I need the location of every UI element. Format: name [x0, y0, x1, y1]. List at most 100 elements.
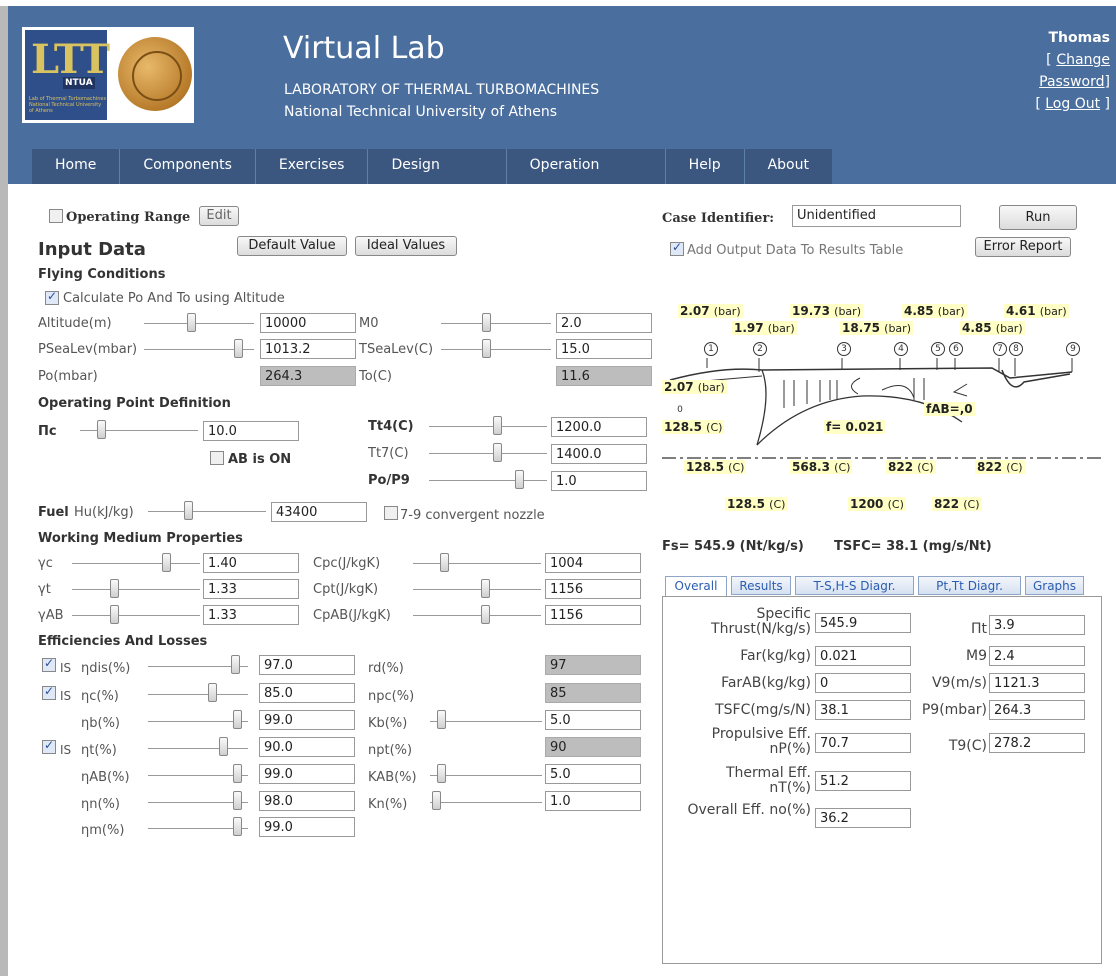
tab-ts-hs-diagram[interactable]: T-S,H-S Diagr.: [795, 576, 914, 595]
gc-slider-track[interactable]: [72, 563, 200, 564]
nt-slider-track[interactable]: [148, 748, 248, 749]
nav-home[interactable]: Home: [32, 149, 121, 184]
cpt-slider-thumb[interactable]: [481, 579, 490, 598]
nab-input[interactable]: 99.0: [259, 764, 355, 784]
hu-slider-track[interactable]: [148, 511, 266, 512]
kn-slider-thumb[interactable]: [432, 791, 441, 810]
cpab-slider-track[interactable]: [413, 615, 541, 616]
nt-is-checkbox[interactable]: [42, 738, 56, 754]
default-value-button[interactable]: Default Value: [237, 236, 347, 256]
kab-slider-thumb[interactable]: [437, 764, 446, 783]
tab-graphs[interactable]: Graphs: [1025, 576, 1084, 595]
add-output-checkbox[interactable]: [670, 240, 684, 256]
case-identifier-input[interactable]: Unidentified: [792, 205, 961, 227]
altitude-input[interactable]: 10000: [260, 313, 356, 333]
tsealev-slider-track[interactable]: [441, 349, 551, 350]
cpab-slider-thumb[interactable]: [481, 605, 490, 624]
kb-input[interactable]: 5.0: [545, 710, 641, 730]
error-report-button[interactable]: Error Report: [975, 237, 1071, 257]
cpc-input[interactable]: 1004: [545, 553, 641, 573]
ab-on-checkbox[interactable]: [210, 451, 224, 465]
nb-slider-thumb[interactable]: [233, 710, 242, 729]
tt4-slider-track[interactable]: [429, 426, 547, 427]
cpc-label: Cpc(J/kgK): [313, 556, 381, 571]
pop9-input[interactable]: 1.0: [551, 471, 647, 491]
kab-slider-track[interactable]: [430, 775, 542, 776]
hu-slider-thumb[interactable]: [184, 501, 193, 520]
nc-slider-thumb[interactable]: [208, 683, 217, 702]
nt-input[interactable]: 90.0: [259, 737, 355, 757]
nab-slider-thumb[interactable]: [233, 764, 242, 783]
nn-input[interactable]: 98.0: [259, 791, 355, 811]
gab-slider-track[interactable]: [72, 615, 200, 616]
m0-slider-thumb[interactable]: [482, 313, 491, 332]
tt7-input[interactable]: 1400.0: [551, 444, 647, 464]
tab-pt-tt-diagram[interactable]: Pt,Tt Diagr.: [918, 576, 1021, 595]
nav-help[interactable]: Help: [666, 149, 745, 184]
kab-input[interactable]: 5.0: [545, 764, 641, 784]
kb-slider-track[interactable]: [430, 721, 542, 722]
nav-about[interactable]: About: [745, 149, 832, 184]
m0-input[interactable]: 2.0: [556, 313, 652, 333]
pop9-slider-track[interactable]: [429, 480, 547, 481]
cpc-slider-track[interactable]: [413, 563, 541, 564]
tsealev-input[interactable]: 15.0: [556, 339, 652, 359]
operating-range-checkbox[interactable]: [49, 209, 63, 223]
kb-slider-thumb[interactable]: [437, 710, 446, 729]
psealev-input[interactable]: 1013.2: [260, 339, 356, 359]
nt-slider-thumb[interactable]: [219, 737, 228, 756]
calc-altitude-checkbox[interactable]: [45, 289, 59, 305]
propulsive-eff-output: 70.7: [815, 733, 911, 753]
pic-slider-thumb[interactable]: [97, 420, 106, 439]
nm-input[interactable]: 99.0: [259, 817, 355, 837]
cpc-slider-thumb[interactable]: [440, 553, 449, 572]
logout-link[interactable]: Log Out: [1045, 96, 1100, 112]
altitude-slider-thumb[interactable]: [187, 313, 196, 332]
nav-operation-study[interactable]: Operation Study: [507, 149, 666, 206]
ideal-values-button[interactable]: Ideal Values: [355, 236, 457, 256]
change-password-link[interactable]: Change: [1056, 49, 1110, 71]
convergent-nozzle-checkbox[interactable]: [384, 506, 398, 520]
nm-slider-thumb[interactable]: [233, 817, 242, 836]
m0-slider-track[interactable]: [441, 323, 551, 324]
cpab-input[interactable]: 1156: [545, 605, 641, 625]
gt-input[interactable]: 1.33: [203, 579, 299, 599]
gt-slider-thumb[interactable]: [110, 579, 119, 598]
nc-is-checkbox[interactable]: [42, 684, 56, 700]
nab-label: ηAB(%): [81, 770, 130, 785]
tab-overall[interactable]: Overall: [665, 576, 727, 597]
altitude-slider-track[interactable]: [144, 323, 254, 324]
edit-button[interactable]: Edit: [199, 206, 239, 226]
tt4-input[interactable]: 1200.0: [551, 417, 647, 437]
pic-input[interactable]: 10.0: [203, 421, 299, 441]
hu-input[interactable]: 43400: [271, 502, 367, 522]
tsealev-slider-thumb[interactable]: [482, 339, 491, 358]
tab-results[interactable]: Results: [731, 576, 791, 595]
run-button[interactable]: Run: [999, 205, 1077, 230]
nn-slider-thumb[interactable]: [233, 791, 242, 810]
cpt-input[interactable]: 1156: [545, 579, 641, 599]
pop9-slider-thumb[interactable]: [515, 470, 524, 489]
nav-exercises[interactable]: Exercises: [256, 149, 369, 184]
nav-components[interactable]: Components: [120, 149, 256, 184]
gab-slider-thumb[interactable]: [110, 605, 119, 624]
change-password-link-2[interactable]: Password: [1039, 74, 1104, 90]
gc-slider-thumb[interactable]: [162, 553, 171, 572]
kn-input[interactable]: 1.0: [545, 791, 641, 811]
nb-input[interactable]: 99.0: [259, 710, 355, 730]
gc-input[interactable]: 1.40: [203, 553, 299, 573]
ndis-is-checkbox[interactable]: [42, 656, 56, 672]
ndis-slider-thumb[interactable]: [231, 655, 240, 674]
ndis-input[interactable]: 97.0: [259, 655, 355, 675]
cpt-slider-track[interactable]: [413, 589, 541, 590]
tt7-slider-track[interactable]: [429, 453, 547, 454]
tt7-slider-thumb[interactable]: [493, 443, 502, 462]
tt4-slider-thumb[interactable]: [493, 416, 502, 435]
nc-slider-track[interactable]: [148, 694, 248, 695]
nav-design-study[interactable]: Design Study: [368, 149, 507, 206]
psealev-slider-thumb[interactable]: [234, 339, 243, 358]
nc-input[interactable]: 85.0: [259, 683, 355, 703]
gt-slider-track[interactable]: [72, 589, 200, 590]
kn-slider-track[interactable]: [430, 802, 542, 803]
gab-input[interactable]: 1.33: [203, 605, 299, 625]
